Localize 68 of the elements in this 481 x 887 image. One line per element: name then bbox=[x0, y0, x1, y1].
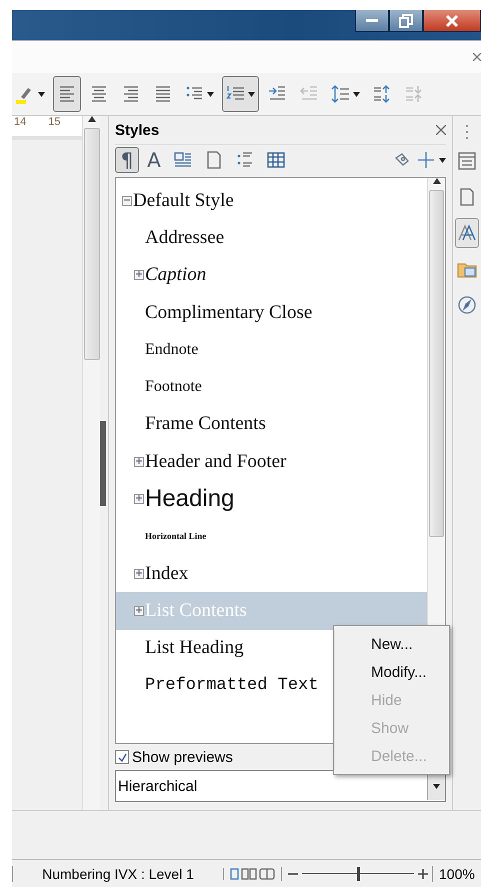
new-style-icon bbox=[416, 150, 436, 170]
restore-button[interactable] bbox=[389, 10, 423, 32]
scroll-up-icon bbox=[432, 178, 440, 184]
menu-item[interactable]: Modify... bbox=[334, 658, 449, 686]
scrollbar[interactable] bbox=[82, 116, 100, 810]
align-left-icon bbox=[57, 84, 77, 104]
expand-icon[interactable] bbox=[134, 606, 144, 616]
table-icon bbox=[266, 150, 286, 170]
style-item[interactable]: Footnote bbox=[116, 368, 427, 406]
navigator-icon bbox=[457, 295, 477, 315]
minimize-button[interactable] bbox=[355, 10, 389, 32]
align-right-icon bbox=[121, 84, 141, 104]
slider-thumb[interactable] bbox=[357, 866, 360, 880]
zoom-slider[interactable] bbox=[302, 866, 414, 880]
style-item[interactable]: Horizontal Line bbox=[116, 518, 427, 555]
style-item[interactable]: Addressee bbox=[116, 219, 427, 257]
style-item[interactable]: Complimentary Close bbox=[116, 294, 427, 332]
expand-icon[interactable] bbox=[134, 456, 144, 467]
align-center-icon bbox=[89, 84, 109, 104]
caret-icon bbox=[439, 158, 446, 162]
caret-icon bbox=[353, 92, 360, 96]
book-view-icon bbox=[259, 868, 275, 880]
single-page-view-icon bbox=[230, 868, 239, 880]
numbering-button[interactable] bbox=[222, 76, 259, 112]
paragraph-spacing-decrease-icon bbox=[404, 84, 424, 104]
close-icon bbox=[473, 53, 481, 61]
style-item[interactable]: Frame Contents bbox=[116, 406, 427, 444]
collapse-icon[interactable] bbox=[122, 196, 132, 206]
caret-icon bbox=[207, 92, 214, 96]
style-item[interactable]: Caption bbox=[116, 256, 427, 294]
caret-icon bbox=[248, 92, 255, 96]
caret-icon bbox=[38, 92, 45, 96]
panel-title: Styles bbox=[115, 122, 160, 138]
checkbox-label: Show previews bbox=[132, 748, 233, 766]
multi-page-view-icon bbox=[241, 868, 257, 880]
paragraph-spacing-increase-icon bbox=[372, 84, 392, 104]
styles-icon bbox=[457, 223, 477, 243]
restore-icon bbox=[399, 14, 413, 28]
style-item[interactable]: Index bbox=[116, 554, 427, 592]
paragraph-styles-tab[interactable]: ¶ bbox=[115, 147, 139, 173]
zoom-in-icon bbox=[418, 868, 428, 878]
expand-icon[interactable] bbox=[134, 270, 144, 280]
zoom-reading: 100% bbox=[432, 866, 475, 882]
style-item[interactable]: Default Style bbox=[116, 182, 427, 220]
justify-icon bbox=[153, 84, 173, 104]
styles-deck-button[interactable] bbox=[455, 218, 479, 248]
minimize-icon bbox=[366, 19, 378, 22]
line-spacing-icon bbox=[331, 84, 351, 104]
style-item[interactable]: Header and Footer bbox=[116, 443, 427, 480]
sidebar-grip[interactable] bbox=[100, 420, 106, 506]
expand-icon[interactable] bbox=[134, 494, 144, 504]
ruler: 14 15 bbox=[12, 116, 82, 136]
align-left-button[interactable] bbox=[53, 76, 81, 112]
checkbox[interactable] bbox=[115, 750, 129, 764]
close-icon bbox=[436, 125, 446, 135]
style-item[interactable]: Endnote bbox=[116, 331, 427, 368]
character-styles-tab[interactable]: A bbox=[142, 147, 166, 173]
close-button[interactable] bbox=[423, 10, 481, 32]
style-item[interactable]: Heading bbox=[116, 480, 427, 518]
filter-dropdown[interactable]: Hierarchical bbox=[115, 770, 446, 802]
properties-icon bbox=[457, 151, 477, 171]
close-icon bbox=[445, 14, 459, 28]
check-icon bbox=[118, 752, 126, 762]
expand-icon[interactable] bbox=[134, 568, 144, 579]
status-text: Numbering IVX : Level 1 bbox=[12, 866, 223, 882]
grip-icon bbox=[465, 124, 469, 140]
caret-icon bbox=[433, 784, 440, 788]
menu-item[interactable]: New... bbox=[334, 630, 449, 658]
